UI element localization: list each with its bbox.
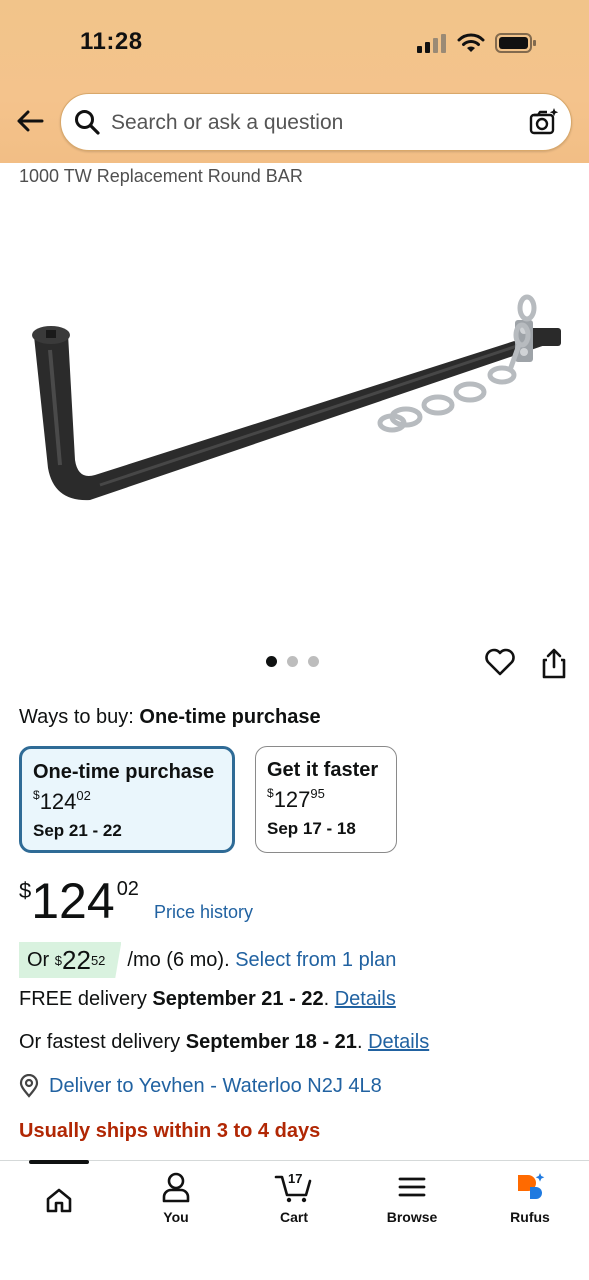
ways-to-buy-selected: One-time purchase (139, 706, 321, 728)
price-cents: 02 (116, 878, 139, 900)
image-carousel-dots (266, 656, 319, 667)
carousel-dot-1[interactable] (266, 656, 277, 667)
option-title: One-time purchase (33, 761, 215, 783)
main-price: $ 124 02 (19, 872, 139, 930)
wifi-icon (457, 33, 485, 52)
camera-search-icon[interactable] (527, 106, 559, 138)
product-title[interactable]: 1000 TW Replacement Round BAR (19, 166, 303, 187)
cart-count-badge: 17 (288, 1171, 303, 1186)
option-currency: $ (33, 788, 40, 802)
free-delivery-line: FREE delivery September 21 - 22. Details (19, 988, 396, 1010)
tab-label-cart: Cart (279, 1209, 308, 1225)
monthly-cents: 52 (90, 952, 106, 968)
header: 11:28 (0, 0, 589, 163)
price-currency: $ (19, 878, 32, 903)
carousel-dot-3[interactable] (308, 656, 319, 667)
search-icon (75, 110, 100, 135)
free-delivery-details-link[interactable]: Details (335, 988, 396, 1010)
search-box[interactable] (60, 93, 572, 152)
option-title: Get it faster (267, 759, 379, 781)
deliver-to-text: Deliver to Yevhen - Waterloo N2J 4L8 (49, 1074, 382, 1097)
option-price-cents: 95 (310, 786, 325, 801)
option-price-whole: 124 (39, 789, 77, 814)
option-price-cents: 02 (76, 788, 91, 803)
person-icon (162, 1172, 190, 1203)
menu-icon (398, 1177, 426, 1197)
price-whole: 124 (31, 873, 115, 929)
search-input[interactable] (111, 94, 511, 152)
tab-home[interactable] (9, 1171, 109, 1215)
signal-icon (417, 34, 446, 53)
battery-icon (495, 33, 536, 53)
status-time: 11:28 (80, 28, 143, 55)
option-price: $12402 (33, 788, 221, 815)
deliver-to-link[interactable]: Deliver to Yevhen - Waterloo N2J 4L8 (19, 1074, 382, 1098)
tab-cart[interactable]: 17 Cart (244, 1171, 344, 1225)
product-image[interactable] (20, 290, 570, 520)
monthly-suffix: /mo (6 mo). (127, 948, 230, 971)
location-pin-icon (19, 1074, 39, 1098)
option-dates: Sep 21 - 22 (33, 821, 122, 840)
free-delivery-prefix: FREE delivery (19, 988, 147, 1010)
free-delivery-dates: September 21 - 22 (152, 988, 324, 1010)
tab-label-browse: Browse (386, 1209, 438, 1225)
fastest-delivery-details-link[interactable]: Details (368, 1031, 429, 1053)
bottom-tab-bar: You 17 Cart Browse Rufus (0, 1160, 589, 1280)
monthly-prefix: Or (27, 948, 50, 971)
monthly-whole: 22 (62, 944, 91, 975)
price-history-link[interactable]: Price history (154, 902, 253, 923)
status-icons (417, 30, 537, 56)
ways-to-buy-label: Ways to buy: (19, 706, 134, 728)
fastest-delivery-line: Or fastest delivery September 18 - 21. D… (19, 1031, 430, 1053)
share-icon[interactable] (538, 646, 570, 680)
select-plan-link[interactable]: Select from 1 plan (235, 949, 396, 972)
rufus-icon (518, 1173, 545, 1199)
search-row (0, 93, 589, 152)
active-tab-indicator (29, 1160, 89, 1164)
tab-you[interactable]: You (126, 1171, 226, 1225)
home-icon (46, 1188, 72, 1213)
monthly-price-badge: Or $22 52 (19, 942, 122, 978)
option-currency: $ (267, 786, 274, 800)
monthly-payment: Or $22 52 /mo (6 mo). Select from 1 plan (19, 942, 396, 978)
monthly-currency: $ (54, 952, 63, 968)
option-one-time-purchase[interactable]: One-time purchase $12402 Sep 21 - 22 (19, 746, 235, 853)
option-get-it-faster[interactable]: Get it faster $12795 Sep 17 - 18 (255, 746, 397, 853)
tab-rufus[interactable]: Rufus (480, 1171, 580, 1225)
carousel-dot-2[interactable] (287, 656, 298, 667)
heart-icon[interactable] (484, 646, 516, 678)
option-price: $12795 (267, 786, 385, 813)
fastest-delivery-prefix: Or fastest delivery (19, 1031, 181, 1053)
option-price-whole: 127 (273, 787, 311, 812)
fastest-delivery-dates: September 18 - 21 (185, 1031, 357, 1053)
ways-to-buy: Ways to buy: One-time purchase (19, 706, 321, 729)
back-arrow-icon[interactable] (14, 105, 46, 137)
shipping-notice: Usually ships within 3 to 4 days (19, 1120, 321, 1142)
option-dates: Sep 17 - 18 (267, 819, 356, 838)
tab-label-you: You (163, 1209, 189, 1225)
tab-label-rufus: Rufus (510, 1209, 550, 1225)
tab-browse[interactable]: Browse (362, 1171, 462, 1225)
